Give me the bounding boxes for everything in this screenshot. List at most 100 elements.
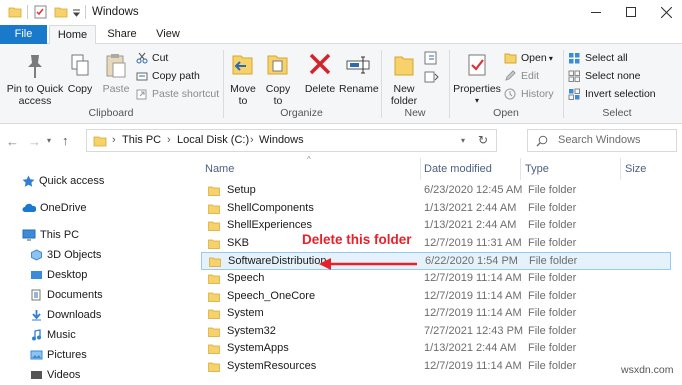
documents-icon [31, 289, 41, 301]
move-to-button[interactable]: Move to [228, 52, 258, 107]
nav-label: Pictures [47, 349, 87, 361]
select-all-label: Select all [585, 52, 628, 64]
nav-onedrive[interactable]: OneDrive [22, 198, 86, 218]
column-date-modified[interactable]: Date modified [424, 163, 492, 175]
open-label: Open [521, 52, 547, 64]
nav-quick-access[interactable]: Quick access [22, 171, 104, 191]
tab-share[interactable]: Share [100, 25, 144, 44]
refresh-icon[interactable]: ↻ [478, 133, 488, 147]
open-button[interactable]: Open ▾ [504, 50, 553, 67]
folder-icon [208, 274, 220, 284]
history-button[interactable]: History [504, 86, 554, 103]
nav-label: Music [47, 329, 76, 341]
cut-label: Cut [152, 52, 169, 64]
easy-access-icon[interactable] [423, 70, 441, 84]
file-name: Setup [227, 184, 256, 196]
monitor-icon [22, 229, 36, 241]
move-to-icon [232, 55, 253, 75]
tab-home[interactable]: Home [49, 25, 96, 45]
column-size[interactable]: Size [625, 163, 646, 175]
column-separator[interactable] [620, 158, 621, 180]
properties-icon [468, 54, 486, 76]
history-label: History [521, 88, 554, 100]
invert-selection-button[interactable]: Invert selection [568, 86, 656, 103]
select-none-icon [568, 70, 580, 83]
properties-button[interactable]: Properties ▾ [452, 52, 502, 107]
paste-button[interactable]: Paste [100, 52, 132, 95]
nav-3d-objects[interactable]: 3D Objects [30, 245, 101, 265]
file-name: SystemResources [227, 360, 317, 372]
nav-label: Videos [47, 369, 81, 381]
breadcrumb-local-disk[interactable]: Local Disk (C:) [177, 134, 249, 146]
cut-button[interactable]: Cut [136, 50, 168, 67]
properties-check-icon[interactable] [34, 5, 47, 19]
column-separator[interactable] [420, 158, 421, 180]
table-row[interactable]: SystemApps 1/13/2021 2:44 AM File folder [201, 340, 671, 358]
recent-locations-button[interactable]: ▾ [47, 136, 51, 145]
nav-label: This PC [40, 229, 80, 241]
tab-view[interactable]: View [146, 25, 190, 44]
pin-to-quick-access-button[interactable]: Pin to Quick access [4, 52, 66, 107]
new-folder-button[interactable]: New folder [385, 52, 423, 107]
file-date: 1/13/2021 2:44 AM [424, 342, 517, 355]
up-button[interactable]: ↑ [62, 133, 69, 148]
sort-up-icon: ^ [307, 155, 311, 164]
breadcrumb-separator: › [112, 134, 116, 146]
table-row[interactable]: Speech 12/7/2019 11:14 AM File folder [201, 270, 671, 288]
file-date: 12/7/2019 11:14 AM [424, 272, 522, 284]
nav-pictures[interactable]: Pictures [30, 345, 87, 365]
tab-file[interactable]: File [0, 25, 47, 44]
copy-to-button[interactable]: Copy to [263, 52, 293, 107]
table-row[interactable]: SystemResources 12/7/2019 11:14 AM File fo… [201, 358, 671, 376]
table-row[interactable]: Speech_OneCore 12/7/2019 11:14 AM File fol… [201, 288, 671, 306]
maximize-button[interactable] [626, 7, 636, 17]
column-separator[interactable] [520, 158, 521, 180]
select-none-button[interactable]: Select none [568, 68, 640, 85]
table-row-selected[interactable]: SoftwareDistribution 6/22/2020 1:54 PM Fil… [201, 252, 671, 270]
file-date: 12/7/2019 11:14 AM [424, 307, 522, 320]
table-row[interactable]: SKB 12/7/2019 11:31 AM File folder [201, 235, 671, 253]
column-type[interactable]: Type [525, 163, 549, 175]
file-name: Speech [227, 272, 265, 284]
table-row[interactable]: ShellComponents 1/13/2021 2:44 AM File fol… [201, 200, 671, 218]
edit-button[interactable]: Edit [504, 68, 539, 85]
file-type: File folder [528, 201, 577, 214]
nav-desktop[interactable]: Desktop [30, 265, 87, 285]
copy-path-button[interactable]: Copy path [136, 68, 200, 85]
search-box[interactable]: Search Windows [527, 129, 677, 152]
customize-toolbar-icon[interactable] [72, 8, 81, 17]
edit-pencil-icon [505, 70, 516, 82]
rename-button[interactable]: Rename [339, 52, 379, 95]
address-history-dropdown[interactable]: ▾ [461, 136, 465, 145]
close-button[interactable] [661, 7, 672, 18]
copy-button[interactable]: Copy [66, 52, 94, 95]
nav-downloads[interactable]: Downloads [30, 305, 101, 325]
file-name: SystemApps [227, 342, 289, 355]
minimize-button[interactable] [591, 12, 601, 13]
breadcrumb-separator: › [250, 134, 254, 146]
file-type: File folder [528, 289, 577, 302]
select-all-button[interactable]: Select all [568, 50, 628, 67]
table-row[interactable]: System 12/7/2019 11:14 AM File folder [201, 305, 671, 323]
invert-selection-label: Invert selection [585, 88, 656, 100]
breadcrumb-windows[interactable]: Windows [259, 134, 304, 146]
nav-this-pc[interactable]: This PC [22, 225, 79, 245]
address-bar[interactable]: › This PC › Local Disk (C:) › Windows ▾ … [86, 129, 497, 152]
new-item-icon[interactable] [423, 50, 441, 66]
new-folder-quick-icon[interactable] [54, 6, 68, 18]
breadcrumb-this-pc[interactable]: This PC [122, 134, 161, 146]
table-row[interactable]: System32 7/27/2021 12:43 PM File folder [201, 323, 671, 341]
column-name[interactable]: Name [205, 163, 234, 175]
table-row[interactable]: Setup 6/23/2020 12:45 AM File folder [201, 182, 671, 200]
properties-label: Properties [453, 83, 501, 95]
table-row[interactable]: ShellExperiences 1/13/2021 2:44 AM File fo… [201, 217, 671, 235]
open-folder-icon [504, 53, 517, 64]
back-button[interactable]: ← [6, 134, 19, 149]
forward-button[interactable]: → [28, 134, 41, 149]
paste-shortcut-button[interactable]: Paste shortcut [136, 86, 219, 103]
delete-button[interactable]: Delete [302, 52, 338, 95]
nav-music[interactable]: Music [30, 325, 76, 345]
nav-videos[interactable]: Videos [30, 365, 80, 385]
copy-to-icon [267, 55, 288, 75]
nav-documents[interactable]: Documents [30, 285, 103, 305]
